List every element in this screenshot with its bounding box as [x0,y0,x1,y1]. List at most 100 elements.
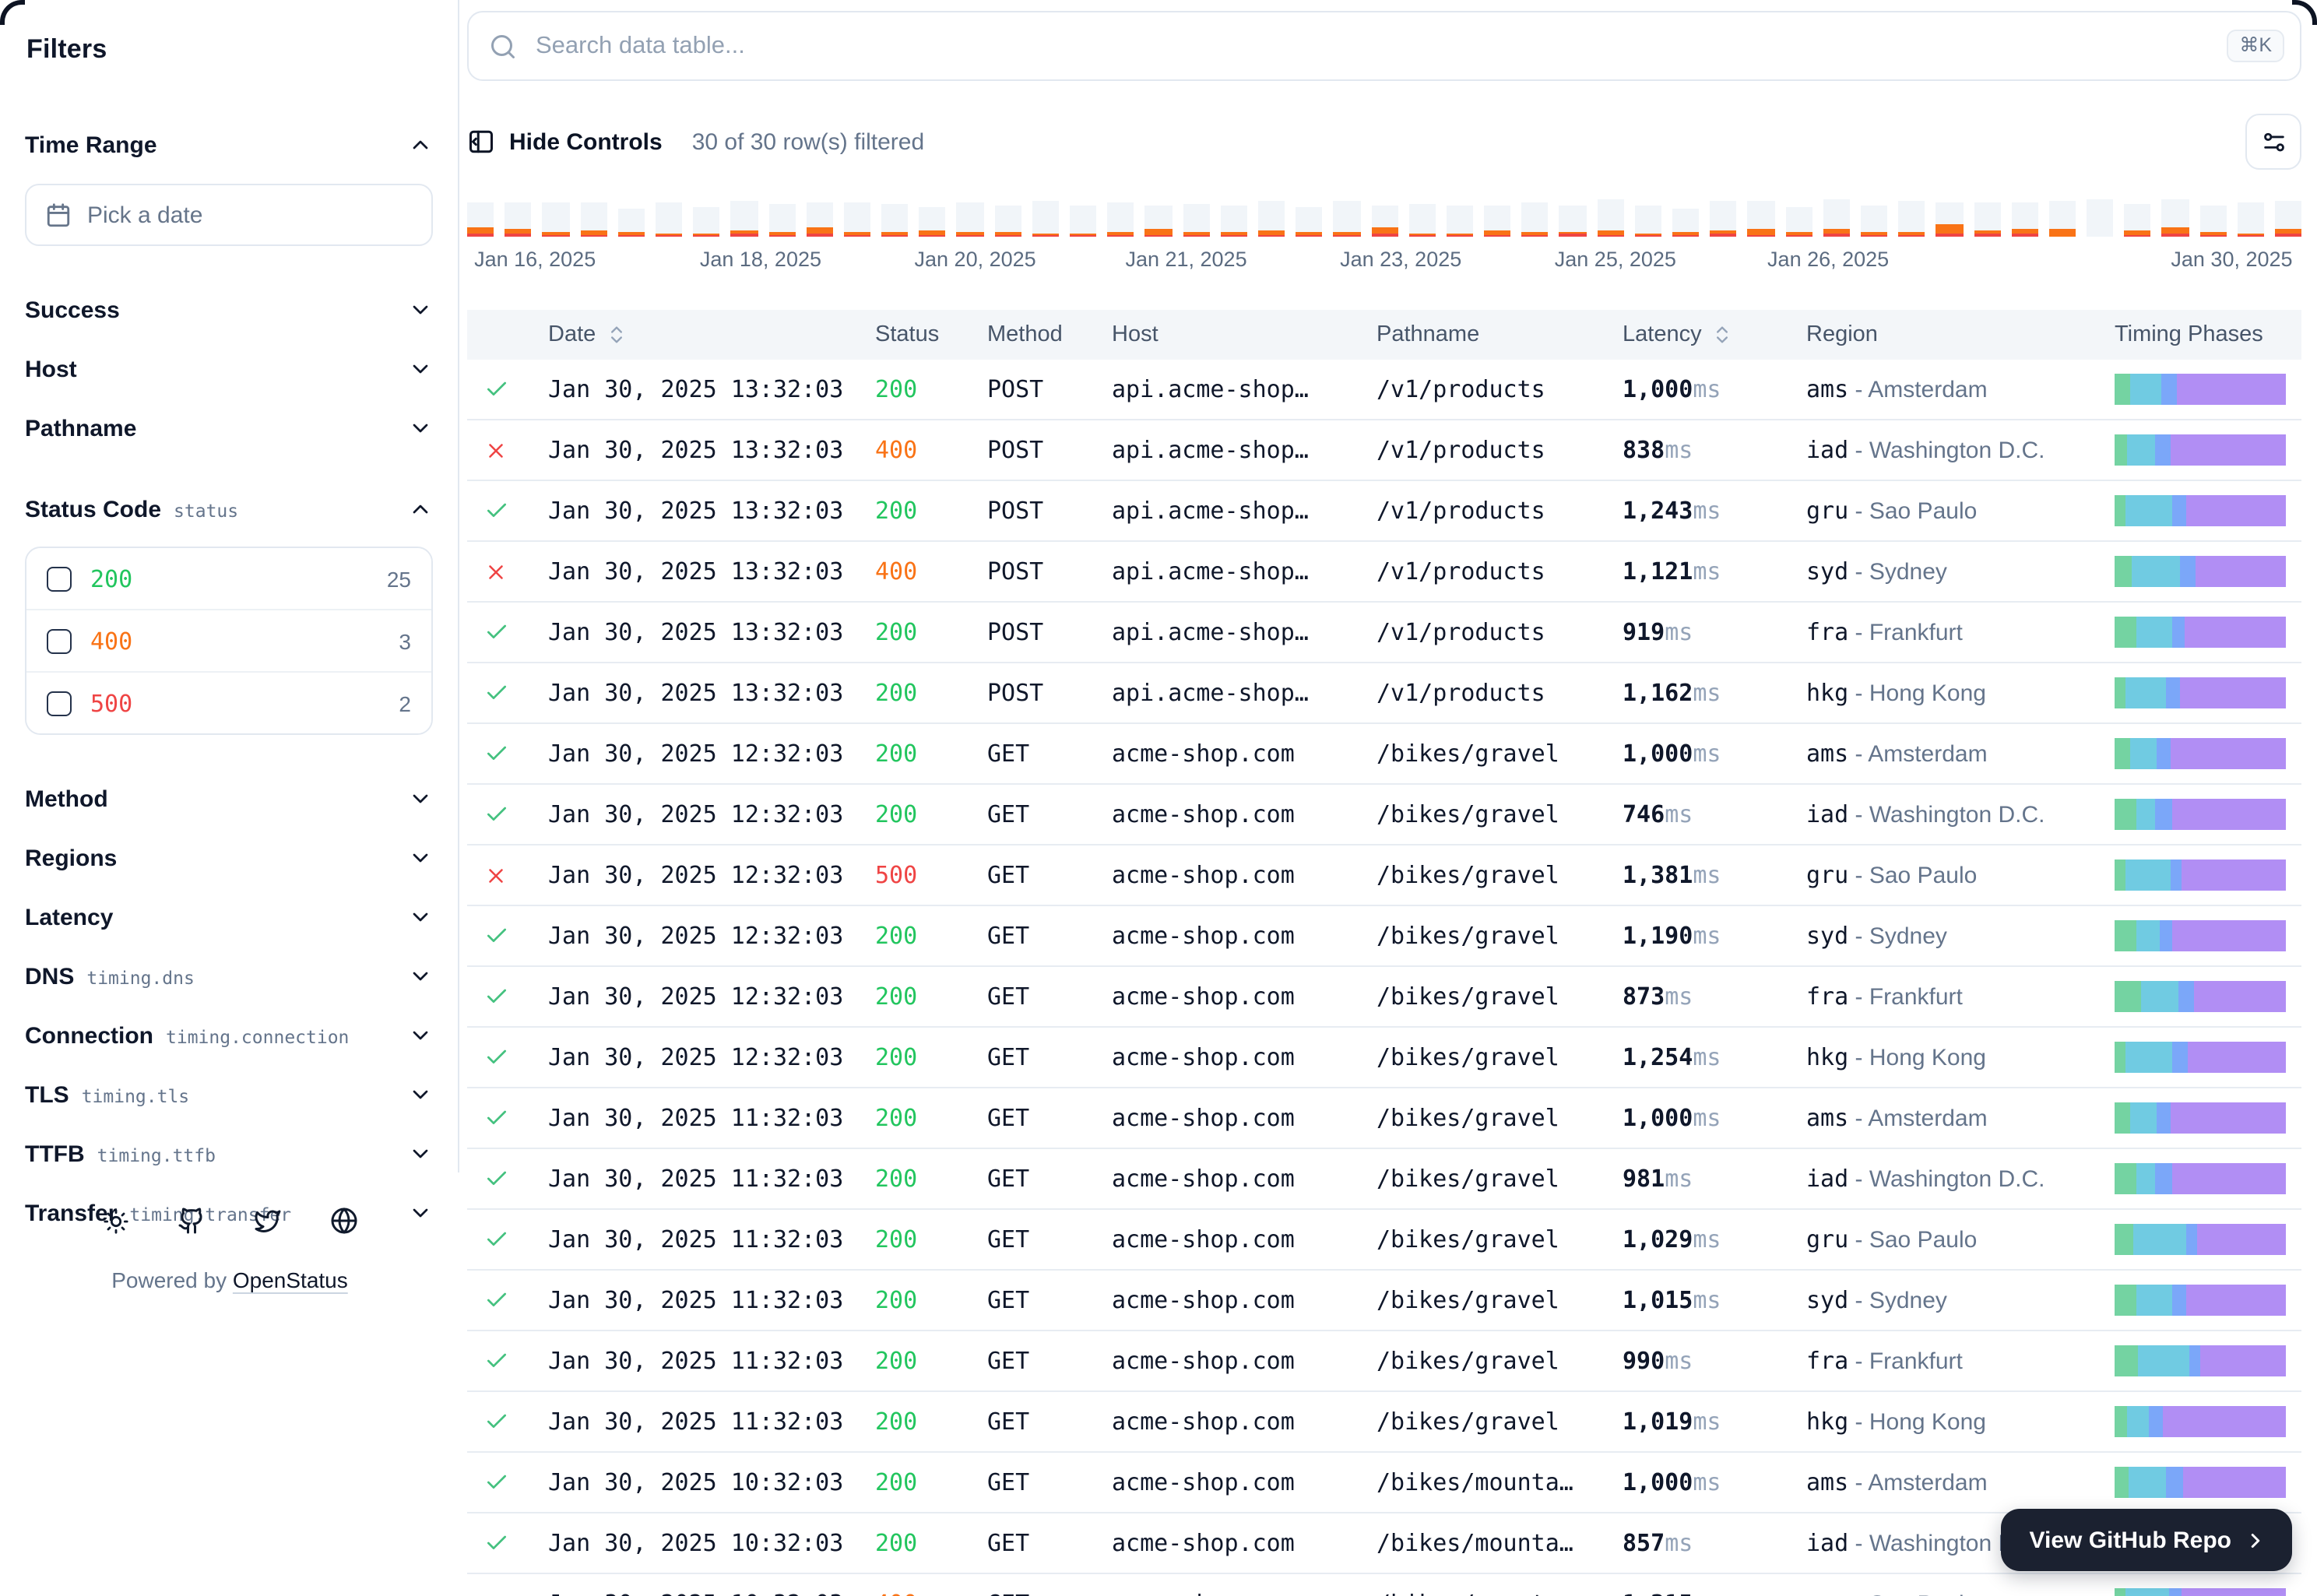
table-row[interactable]: Jan 30, 2025 13:32:03200POSTapi.acme-sho… [467,360,2301,419]
histogram-bar[interactable] [1107,199,1134,237]
histogram-bar[interactable] [1823,199,1850,237]
table-row[interactable]: Jan 30, 2025 10:32:03200GETacme-shop.com… [467,1451,2301,1512]
histogram-bar[interactable] [580,199,606,237]
status-option-400[interactable]: 4003 [26,609,431,671]
sidebar-section-status-code[interactable]: Status Code status [25,492,433,526]
histogram-bar[interactable] [1672,199,1699,237]
histogram-bar[interactable] [2275,199,2301,237]
table-row[interactable]: Jan 30, 2025 11:32:03200GETacme-shop.com… [467,1269,2301,1330]
table-row[interactable]: Jan 30, 2025 12:32:03200GETacme-shop.com… [467,965,2301,1026]
histogram-bar[interactable] [543,199,569,237]
histogram-bar[interactable] [1559,199,1586,237]
view-github-repo-button[interactable]: View GitHub Repo [2002,1509,2292,1571]
histogram-bar[interactable] [1861,199,1887,237]
histogram-bar[interactable] [844,199,870,237]
status-option-200[interactable]: 20025 [26,548,431,609]
twitter-icon[interactable] [253,1207,281,1235]
histogram-bar[interactable] [1334,199,1360,237]
histogram-bar[interactable] [2087,199,2113,237]
table-row[interactable]: Jan 30, 2025 11:32:03200GETacme-shop.com… [467,1330,2301,1390]
table-row[interactable]: Jan 30, 2025 12:32:03200GETacme-shop.com… [467,905,2301,965]
sidebar-section-regions[interactable]: Regions [25,841,433,875]
table-row[interactable]: Jan 30, 2025 13:32:03400POSTapi.acme-sho… [467,540,2301,601]
table-row[interactable]: Jan 30, 2025 13:32:03400POSTapi.acme-sho… [467,419,2301,480]
histogram-bar[interactable] [693,199,719,237]
histogram-bar[interactable] [994,199,1021,237]
histogram-bar[interactable] [919,199,946,237]
histogram-bar[interactable] [1710,199,1736,237]
histogram-bar[interactable] [2049,199,2076,237]
histogram-bar[interactable] [2162,199,2189,237]
checkbox[interactable] [47,566,72,591]
checkbox[interactable] [47,628,72,653]
histogram-bar[interactable] [1522,199,1549,237]
histogram-bar[interactable] [505,199,531,237]
checkbox[interactable] [47,691,72,715]
theme-toggle-sun-icon[interactable] [102,1208,128,1234]
histogram-bar[interactable] [618,199,645,237]
histogram-bar[interactable] [1070,199,1096,237]
table-row[interactable]: Jan 30, 2025 10:32:03400GETacme-shop.com… [467,1573,2301,1596]
sidebar-section-ttfb[interactable]: TTFBtiming.ttfb [25,1137,433,1171]
column-header-latency[interactable]: Latency [1604,322,1788,347]
histogram-bar[interactable] [731,199,758,237]
histogram-bar[interactable] [1484,199,1510,237]
histogram-bar[interactable] [957,199,983,237]
sidebar-section-latency[interactable]: Latency [25,900,433,934]
sidebar-section-time-range[interactable]: Time Range [25,128,433,162]
histogram-bar[interactable] [1974,199,2000,237]
sidebar-section-success[interactable]: Success [25,293,433,327]
timing-segment-tls [2157,738,2171,769]
histogram-bar[interactable] [1296,199,1322,237]
histogram-bar[interactable] [1145,199,1172,237]
table-row[interactable]: Jan 30, 2025 11:32:03200GETacme-shop.com… [467,1087,2301,1148]
date-picker-input[interactable]: Pick a date [25,184,433,246]
hide-controls-button[interactable]: Hide Controls [467,128,663,156]
table-row[interactable]: Jan 30, 2025 11:32:03200GETacme-shop.com… [467,1148,2301,1208]
histogram-bar[interactable] [1447,199,1473,237]
histogram-bar[interactable] [467,199,494,237]
histogram-bar[interactable] [1408,199,1435,237]
histogram-bar[interactable] [656,199,682,237]
table-row[interactable]: Jan 30, 2025 13:32:03200POSTapi.acme-sho… [467,601,2301,662]
table-row[interactable]: Jan 30, 2025 12:32:03200GETacme-shop.com… [467,783,2301,844]
histogram-bar[interactable] [1785,199,1812,237]
histogram-bar[interactable] [1371,199,1398,237]
globe-icon[interactable] [329,1207,357,1235]
table-row[interactable]: Jan 30, 2025 12:32:03500GETacme-shop.com… [467,844,2301,905]
table-row[interactable]: Jan 30, 2025 12:32:03200GETacme-shop.com… [467,722,2301,783]
histogram-bar[interactable] [1258,199,1285,237]
github-icon[interactable] [177,1207,205,1235]
sidebar-section-connection[interactable]: Connectiontiming.connection [25,1018,433,1053]
histogram-bar[interactable] [806,199,832,237]
histogram-bar[interactable] [1898,199,1925,237]
search-input[interactable] [533,30,2211,62]
histogram-bar[interactable] [1597,199,1623,237]
histogram-bar[interactable] [1183,199,1209,237]
table-row[interactable]: Jan 30, 2025 11:32:03200GETacme-shop.com… [467,1390,2301,1451]
histogram-bar[interactable] [1032,199,1059,237]
histogram-bar[interactable] [1936,199,1963,237]
sidebar-section-tls[interactable]: TLStiming.tls [25,1077,433,1112]
table-row[interactable]: Jan 30, 2025 13:32:03200POSTapi.acme-sho… [467,480,2301,540]
status-option-500[interactable]: 5002 [26,671,431,733]
histogram-bar[interactable] [2125,199,2151,237]
view-options-button[interactable] [2245,114,2301,170]
sidebar-section-pathname[interactable]: Pathname [25,411,433,445]
histogram-bar[interactable] [1635,199,1661,237]
table-row[interactable]: Jan 30, 2025 12:32:03200GETacme-shop.com… [467,1026,2301,1087]
histogram-bar[interactable] [881,199,908,237]
openstatus-link[interactable]: OpenStatus [233,1267,348,1292]
histogram-bar[interactable] [2238,199,2264,237]
sidebar-section-dns[interactable]: DNStiming.dns [25,959,433,993]
sidebar-section-host[interactable]: Host [25,352,433,386]
histogram-bar[interactable] [1221,199,1247,237]
histogram-bar[interactable] [2011,199,2037,237]
sidebar-section-method[interactable]: Method [25,782,433,816]
histogram-bar[interactable] [768,199,795,237]
column-header-date[interactable]: Date [529,322,856,347]
table-row[interactable]: Jan 30, 2025 13:32:03200POSTapi.acme-sho… [467,662,2301,722]
table-row[interactable]: Jan 30, 2025 11:32:03200GETacme-shop.com… [467,1208,2301,1269]
histogram-bar[interactable] [2199,199,2226,237]
histogram-bar[interactable] [1748,199,1774,237]
